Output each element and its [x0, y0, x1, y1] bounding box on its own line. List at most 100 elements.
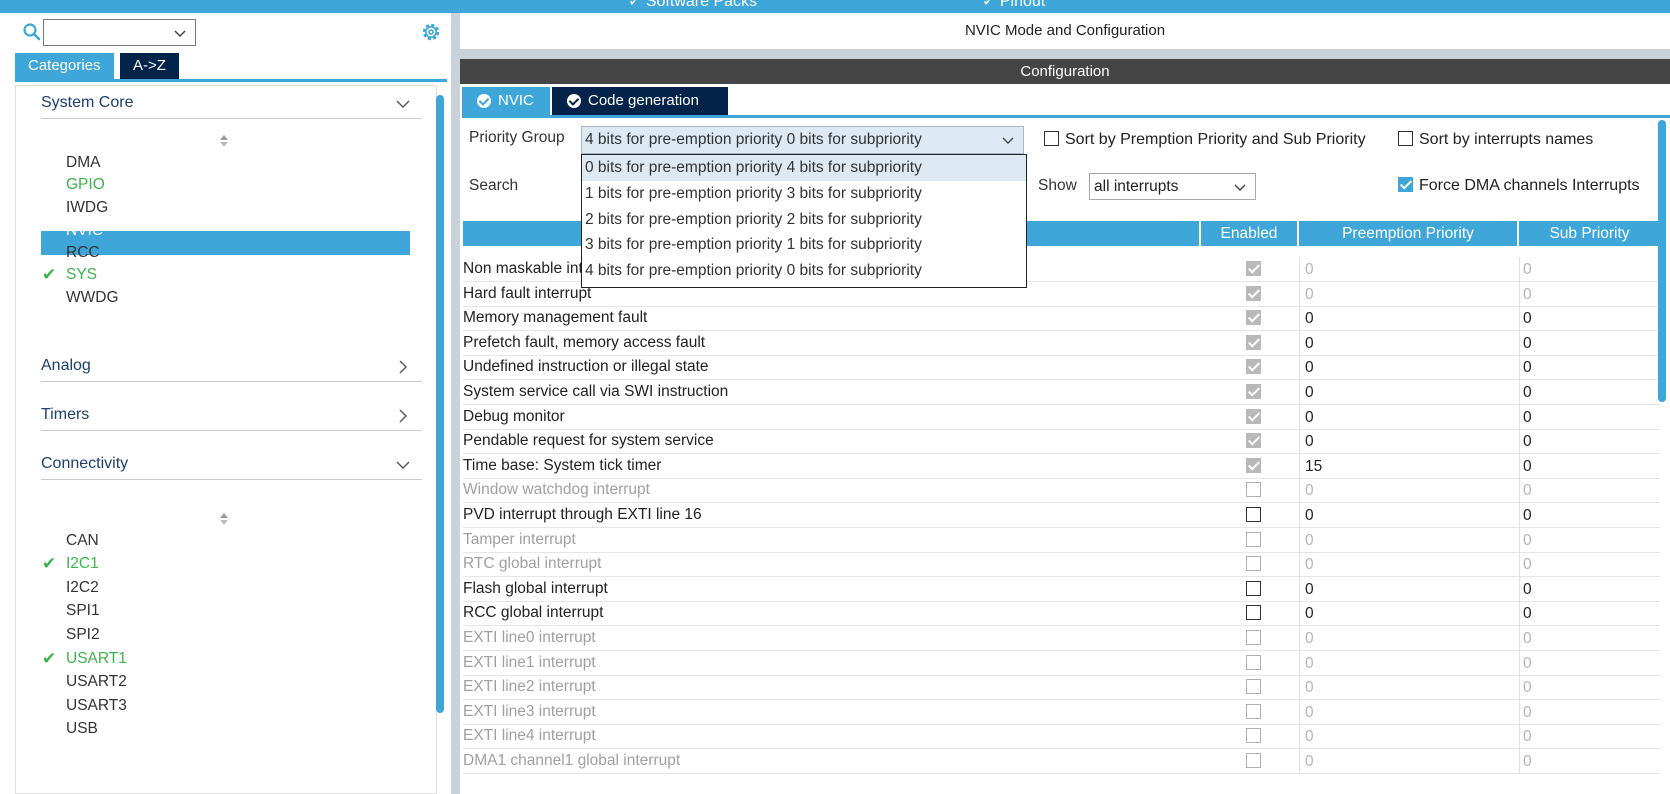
- tab-a-z[interactable]: A->Z: [120, 53, 179, 79]
- category-item-dma[interactable]: DMA: [66, 151, 100, 174]
- dropdown-option[interactable]: 1 bits for pre-emption priority 3 bits f…: [582, 181, 1026, 207]
- sub-priority-cell[interactable]: 0: [1519, 282, 1660, 307]
- sub-priority-cell[interactable]: 0: [1519, 626, 1660, 651]
- preemption-priority-cell[interactable]: 0: [1299, 355, 1517, 380]
- preemption-priority-cell[interactable]: 0: [1299, 651, 1517, 676]
- sub-priority-cell[interactable]: 0: [1519, 503, 1660, 528]
- sub-priority-cell[interactable]: 0: [1519, 528, 1660, 553]
- table-row[interactable]: Memory management fault 0 0: [463, 306, 1660, 331]
- column-header-enabled[interactable]: Enabled: [1201, 221, 1297, 246]
- search-icon[interactable]: [22, 22, 42, 42]
- checkbox-checked[interactable]: [1398, 176, 1413, 192]
- category-item-spi1[interactable]: SPI1: [66, 599, 100, 622]
- column-header-sub-priority[interactable]: Sub Priority: [1519, 221, 1660, 246]
- sub-priority-cell[interactable]: 0: [1519, 552, 1660, 577]
- preemption-priority-cell[interactable]: 0: [1299, 601, 1517, 626]
- preemption-priority-cell[interactable]: 15: [1299, 454, 1517, 479]
- table-row[interactable]: Debug monitor 0 0: [463, 405, 1660, 430]
- preemption-priority-cell[interactable]: 0: [1299, 528, 1517, 553]
- sort-by-preemption-checkbox[interactable]: Sort by Premption Priority and Sub Prior…: [1044, 130, 1366, 149]
- enabled-checkbox[interactable]: [1246, 581, 1261, 596]
- preemption-priority-cell[interactable]: 0: [1299, 257, 1517, 282]
- sub-priority-cell[interactable]: 0: [1519, 355, 1660, 380]
- tab-pinout[interactable]: ✓ Pinout: [982, 0, 1045, 11]
- category-item-iwdg[interactable]: IWDG: [66, 196, 108, 219]
- section-analog[interactable]: Analog: [41, 352, 422, 382]
- category-item-i2c2[interactable]: I2C2: [66, 576, 99, 599]
- enabled-checkbox[interactable]: [1246, 605, 1261, 620]
- sub-priority-cell[interactable]: 0: [1519, 724, 1660, 749]
- preemption-priority-cell[interactable]: 0: [1299, 331, 1517, 356]
- sub-priority-cell[interactable]: 0: [1519, 651, 1660, 676]
- category-item-usart2[interactable]: USART2: [66, 670, 127, 693]
- preemption-priority-cell[interactable]: 0: [1299, 503, 1517, 528]
- show-filter-select[interactable]: all interrupts: [1089, 173, 1256, 200]
- sub-priority-cell[interactable]: 0: [1519, 749, 1660, 774]
- table-row[interactable]: EXTI line3 interrupt 0 0: [463, 700, 1660, 725]
- column-header-preemption[interactable]: Preemption Priority: [1299, 221, 1517, 246]
- enabled-checkbox[interactable]: [1246, 507, 1261, 522]
- tab-nvic[interactable]: NVIC: [462, 87, 550, 115]
- dropdown-option[interactable]: 0 bits for pre-emption priority 4 bits f…: [582, 155, 1026, 181]
- preemption-priority-cell[interactable]: 0: [1299, 306, 1517, 331]
- preemption-priority-cell[interactable]: 0: [1299, 405, 1517, 430]
- table-row[interactable]: DMA1 channel1 global interrupt 0 0: [463, 749, 1660, 774]
- preemption-priority-cell[interactable]: 0: [1299, 749, 1517, 774]
- right-scrollbar[interactable]: [1658, 120, 1666, 402]
- preemption-priority-cell[interactable]: 0: [1299, 282, 1517, 307]
- tab-categories[interactable]: Categories: [15, 53, 114, 79]
- checkbox[interactable]: [1398, 130, 1413, 146]
- table-row[interactable]: Time base: System tick timer 15 0: [463, 454, 1660, 479]
- tab-software-packs[interactable]: ✓ Software Packs: [628, 0, 757, 11]
- sub-priority-cell[interactable]: 0: [1519, 478, 1660, 503]
- category-item-gpio[interactable]: GPIO: [66, 173, 105, 196]
- preemption-priority-cell[interactable]: 0: [1299, 675, 1517, 700]
- sub-priority-cell[interactable]: 0: [1519, 675, 1660, 700]
- table-row[interactable]: Window watchdog interrupt 0 0: [463, 478, 1660, 503]
- left-scrollbar[interactable]: [436, 95, 444, 713]
- checkbox[interactable]: [1246, 581, 1261, 596]
- category-item-can[interactable]: CAN: [66, 529, 99, 552]
- gear-icon[interactable]: [419, 20, 443, 44]
- sub-priority-cell[interactable]: 0: [1519, 429, 1660, 454]
- section-timers[interactable]: Timers: [41, 401, 422, 431]
- preemption-priority-cell[interactable]: 0: [1299, 429, 1517, 454]
- checkbox[interactable]: [1246, 605, 1261, 620]
- table-row[interactable]: EXTI line4 interrupt 0 0: [463, 724, 1660, 749]
- force-dma-checkbox[interactable]: Force DMA channels Interrupts: [1398, 176, 1640, 195]
- sub-priority-cell[interactable]: 0: [1519, 454, 1660, 479]
- table-row[interactable]: Pendable request for system service 0 0: [463, 429, 1660, 454]
- table-row[interactable]: RCC global interrupt 0 0: [463, 601, 1660, 626]
- table-row[interactable]: Undefined instruction or illegal state 0 0: [463, 355, 1660, 380]
- table-row[interactable]: RTC global interrupt 0 0: [463, 552, 1660, 577]
- dropdown-option[interactable]: 3 bits for pre-emption priority 1 bits f…: [582, 232, 1026, 258]
- sort-arrows-icon[interactable]: [218, 512, 230, 526]
- category-search-input[interactable]: [43, 19, 196, 46]
- table-row[interactable]: Tamper interrupt 0 0: [463, 528, 1660, 553]
- category-item-rcc[interactable]: RCC: [66, 241, 100, 264]
- sub-priority-cell[interactable]: 0: [1519, 257, 1660, 282]
- category-item-i2c1[interactable]: ✔ I2C1: [42, 552, 99, 575]
- sort-by-names-checkbox[interactable]: Sort by interrupts names: [1398, 130, 1593, 149]
- section-system-core[interactable]: System Core: [41, 89, 422, 119]
- section-connectivity[interactable]: Connectivity: [41, 450, 422, 480]
- category-item-sys[interactable]: ✔ SYS: [42, 263, 97, 286]
- table-row[interactable]: EXTI line1 interrupt 0 0: [463, 651, 1660, 676]
- table-row[interactable]: PVD interrupt through EXTI line 16 0 0: [463, 503, 1660, 528]
- checkbox[interactable]: [1246, 507, 1261, 522]
- table-row[interactable]: Flash global interrupt 0 0: [463, 577, 1660, 602]
- sub-priority-cell[interactable]: 0: [1519, 700, 1660, 725]
- sub-priority-cell[interactable]: 0: [1519, 405, 1660, 430]
- category-item-usart3[interactable]: USART3: [66, 694, 127, 717]
- dropdown-option[interactable]: 2 bits for pre-emption priority 2 bits f…: [582, 207, 1026, 233]
- table-row[interactable]: System service call via SWI instruction 0…: [463, 380, 1660, 405]
- dropdown-option[interactable]: 4 bits for pre-emption priority 0 bits f…: [582, 258, 1026, 284]
- table-row[interactable]: EXTI line0 interrupt 0 0: [463, 626, 1660, 651]
- preemption-priority-cell[interactable]: 0: [1299, 700, 1517, 725]
- sub-priority-cell[interactable]: 0: [1519, 380, 1660, 405]
- sub-priority-cell[interactable]: 0: [1519, 331, 1660, 356]
- preemption-priority-cell[interactable]: 0: [1299, 724, 1517, 749]
- sub-priority-cell[interactable]: 0: [1519, 601, 1660, 626]
- sub-priority-cell[interactable]: 0: [1519, 306, 1660, 331]
- category-item-usb[interactable]: USB: [66, 717, 98, 740]
